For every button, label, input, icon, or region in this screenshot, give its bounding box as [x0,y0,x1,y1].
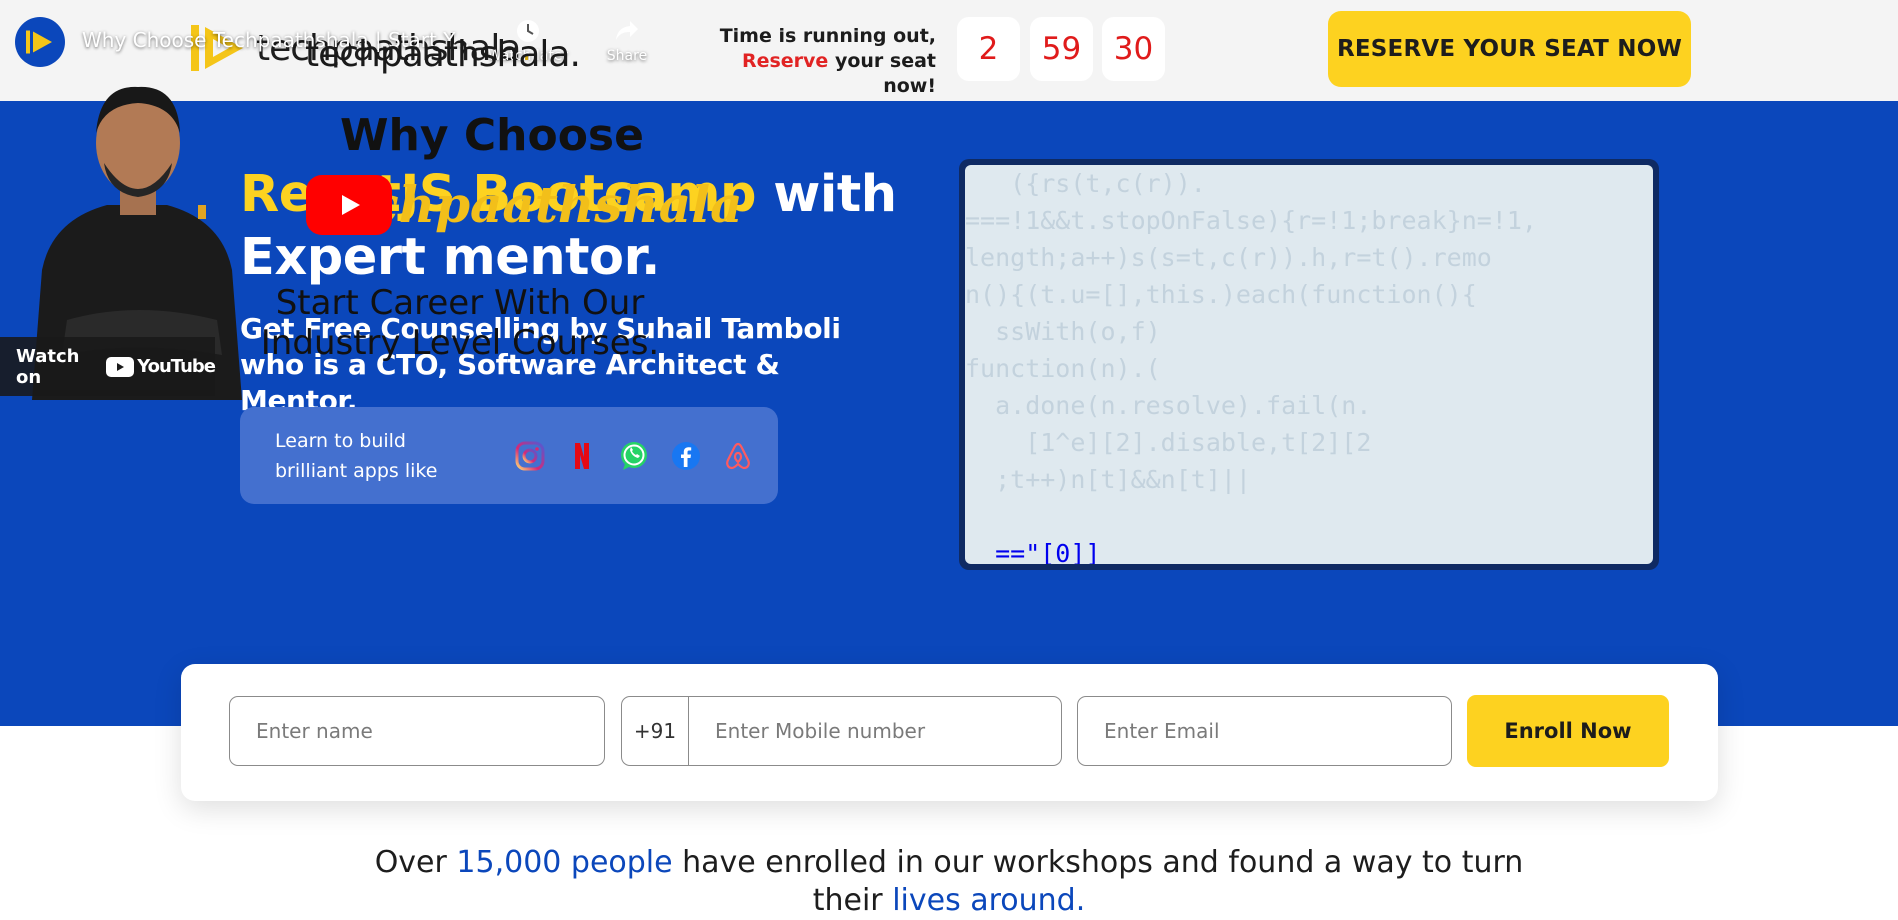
youtube-wordmark: YouTube [137,356,216,377]
share-icon [616,21,638,40]
enrollment-statement: Over 15,000 people have enrolled in our … [374,845,1524,918]
watch-on-youtube-button[interactable]: Watch on YouTube [0,337,216,396]
country-code: +91 [622,697,689,765]
reserve-seat-button[interactable]: RESERVE YOUR SEAT NOW [1328,11,1691,87]
youtube-play-icon [106,356,135,377]
email-field[interactable] [1077,696,1452,766]
apps-card: Learn to build brilliant apps like [240,407,778,504]
video-code-background: ({rs(t,c(r)). ===!1&&t.stopOnFalse){r=!1… [965,169,1537,564]
countdown-seconds: 30 [1102,17,1165,81]
countdown-message: Time is running out, Reserve your seat n… [700,24,936,99]
apps-label: Learn to build brilliant apps like [275,430,438,482]
video-career-text: Start Career With Our Industry Level Cou… [260,283,660,363]
countdown-line-1: Time is running out, [719,25,936,47]
youtube-logo: YouTube [106,356,216,377]
play-icon [342,195,360,215]
mobile-input[interactable] [689,697,1061,765]
whatsapp-icon [618,440,650,472]
mobile-field[interactable]: +91 [621,696,1062,766]
countdown-hours: 2 [957,17,1020,81]
countdown-minutes: 59 [1030,17,1093,81]
enroll-now-button[interactable]: Enroll Now [1467,695,1669,767]
channel-avatar[interactable] [15,17,65,67]
name-field[interactable] [229,696,605,766]
share-label: Share [606,48,648,64]
video-embed[interactable]: ({rs(t,c(r)). ===!1&&t.stopOnFalse){r=!1… [959,159,1659,570]
countdown-line-2: Reserve your seat now! [741,50,936,97]
watch-on-label: Watch on [16,345,80,388]
instagram-icon [514,440,546,472]
name-input[interactable] [230,697,604,765]
airbnb-icon [722,440,754,472]
play-button[interactable] [306,175,392,235]
video-brand-text: techpaathshala. [305,34,581,75]
enroll-form: +91 Enroll Now [181,664,1718,801]
netflix-icon [566,440,598,472]
email-input[interactable] [1078,697,1451,765]
video-why-choose: Why Choose [340,110,644,161]
video-player[interactable]: ({rs(t,c(r)). ===!1&&t.stopOnFalse){r=!1… [965,165,1653,564]
share-button[interactable]: Share [582,18,672,64]
facebook-icon [670,440,702,472]
